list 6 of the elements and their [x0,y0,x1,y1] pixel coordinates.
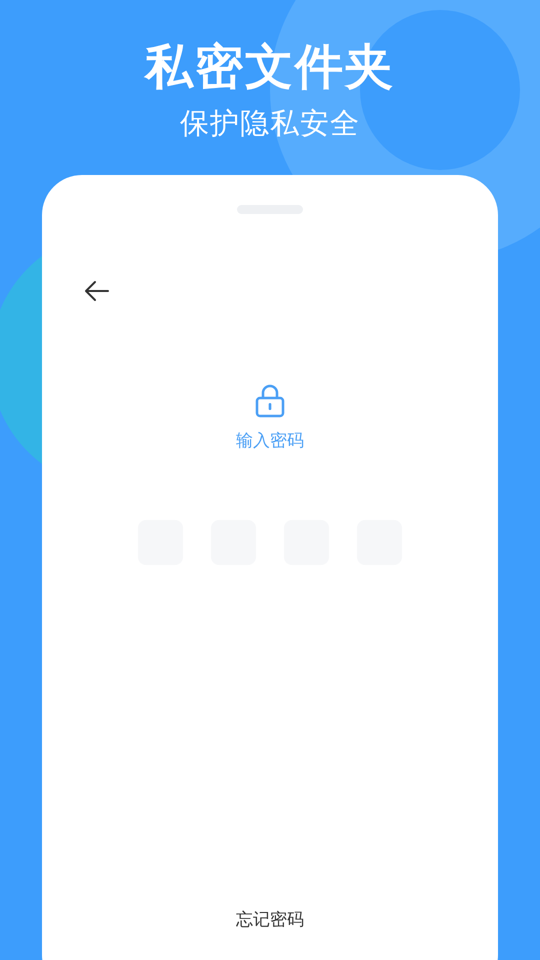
password-prompt: 输入密码 [236,430,304,452]
forgot-password-link[interactable]: 忘记密码 [236,906,304,932]
back-arrow-icon[interactable] [84,280,110,302]
promo-subtitle: 保护隐私安全 [180,107,360,142]
lock-icon [255,384,285,418]
promo-title: 私密文件夹 [145,40,395,96]
